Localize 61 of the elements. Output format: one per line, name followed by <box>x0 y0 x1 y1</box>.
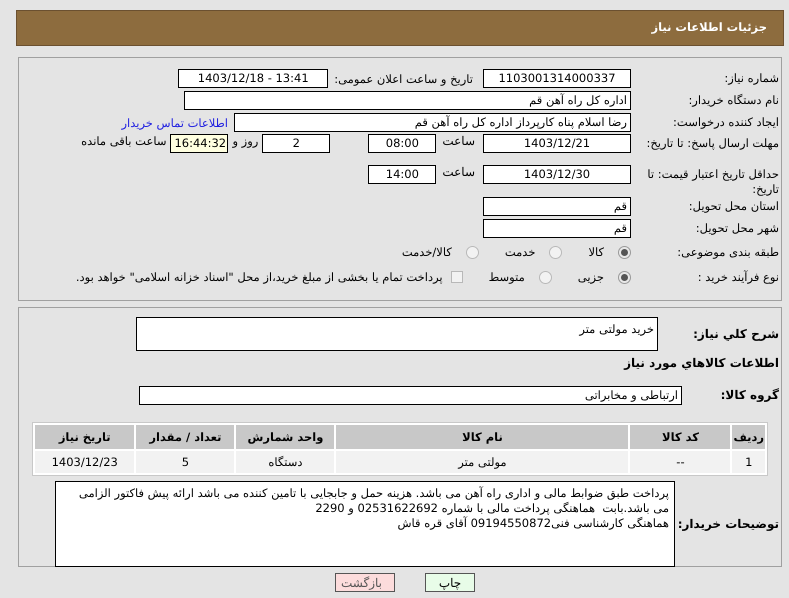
option-label: متوسط <box>488 270 525 284</box>
field-label: روز و <box>232 134 258 148</box>
option-label: کالا/خدمت <box>402 245 452 259</box>
text-field[interactable]: 1403/12/18 - 13:41 <box>178 69 328 88</box>
text-field[interactable]: 1103001314000337 <box>483 69 631 88</box>
field-label: ساعت باقی مانده <box>81 134 166 148</box>
text-field[interactable]: 14:00 <box>368 165 436 184</box>
back-button[interactable]: بازگشت <box>335 573 395 592</box>
text-field[interactable]: 2 <box>262 134 330 153</box>
text-field[interactable]: قم <box>483 197 631 216</box>
field-label: حداقل تاریخ اعتبار قیمت: تا تاریخ: <box>646 167 780 197</box>
checkbox-label: پرداخت تمام یا بخشی از مبلغ خرید،از محل "اسناد خزانه اسلامی" خواهد بود. <box>76 270 443 284</box>
text-field[interactable]: اداره کل راه آهن قم <box>184 91 631 110</box>
radio-button[interactable] <box>466 246 479 258</box>
table-cell: 1 <box>732 451 765 473</box>
field-label: ساعت <box>442 134 475 148</box>
radio-button[interactable] <box>549 246 562 258</box>
table-cell: -- <box>630 451 730 473</box>
column-header: تاریخ نیاز <box>35 425 134 449</box>
text-field[interactable]: ارتباطی و مخابراتی <box>139 386 682 404</box>
print-button[interactable]: چاپ <box>425 573 475 592</box>
field-label: شرح کلي نياز: <box>692 327 780 341</box>
column-header: واحد شمارش <box>236 425 334 449</box>
field-label: نوع فرآیند خرید : <box>696 270 780 284</box>
field-label: شهر محل تحویل: <box>694 221 780 236</box>
radio-button[interactable] <box>618 246 631 258</box>
field-label: شماره نیاز: <box>723 71 780 86</box>
text-field[interactable]: 1403/12/30 <box>483 165 631 184</box>
field-label: نام دستگاه خریدار: <box>687 93 780 108</box>
field-label: مهلت ارسال پاسخ: تا تاریخ: <box>645 136 780 151</box>
radio-button[interactable] <box>618 270 631 284</box>
page-title: جزئیات اطلاعات نیاز <box>16 10 784 46</box>
column-header: تعداد / مقدار <box>136 425 234 449</box>
text-field[interactable]: قم <box>483 219 631 238</box>
field-label: تاریخ و ساعت اعلان عمومی: <box>334 72 473 86</box>
notes-field[interactable]: پرداخت طبق ضوابط مالی و اداری راه آهن می باشد. هزینه حمل و جابجایی با تامین کننده می باشد ارائه پیش فاکتور الزامی می باشد.بابت هماهنگی پرداخت مالی با شماره 02531622692 و 2290 هماهنگی کارشناسی فنی09194550872 آقای قره قاش <box>55 481 675 567</box>
column-header: کد کالا <box>630 425 730 449</box>
table-cell: مولتی متر <box>336 451 628 473</box>
table-cell: دستگاه <box>236 451 334 473</box>
text-field[interactable]: 08:00 <box>368 134 436 153</box>
column-header: ردیف <box>732 425 765 449</box>
option-label: جزیی <box>578 270 604 284</box>
contact-link[interactable]: اطلاعات تماس خریدار <box>121 116 228 130</box>
text-field[interactable]: 1403/12/21 <box>483 134 631 153</box>
table-cell: 1403/12/23 <box>35 451 134 473</box>
field-label: ساعت <box>442 165 475 179</box>
field-label: گروه کالا: <box>720 388 780 402</box>
text-field[interactable]: 16:44:32 <box>170 134 228 153</box>
table-cell: 5 <box>136 451 234 473</box>
option-label: خدمت <box>504 245 536 259</box>
description-field[interactable]: خرید مولتی متر <box>136 317 658 351</box>
column-header: نام کالا <box>336 425 628 449</box>
checkbox[interactable] <box>450 271 463 283</box>
field-label: استان محل تحویل: <box>688 199 780 214</box>
option-label: کالا <box>588 245 604 259</box>
field-label: طبقه بندی موضوعی: <box>676 244 780 260</box>
text-field[interactable]: رضا اسلام پناه کارپرداز اداره کل راه آهن قم <box>234 113 631 132</box>
field-label: توضیحات خریدار: <box>676 517 780 531</box>
field-label: ایجاد کننده درخواست: <box>672 115 780 130</box>
radio-button[interactable] <box>538 270 552 284</box>
section-heading: اطلاعات کالاهاي مورد نياز <box>622 356 780 370</box>
